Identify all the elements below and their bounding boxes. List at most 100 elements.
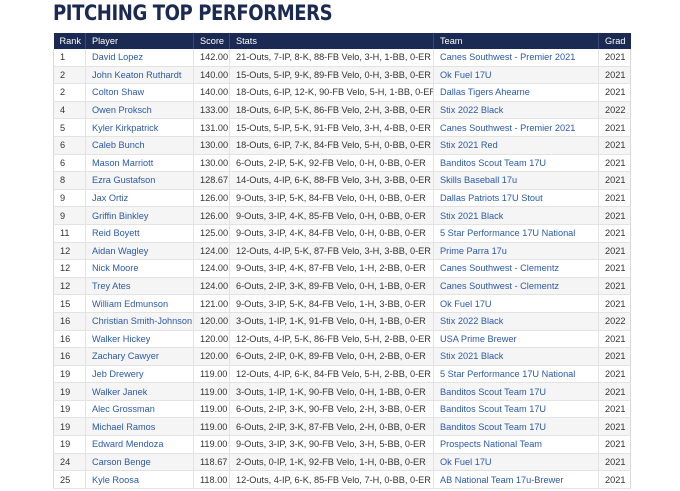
- grad-cell: 2021: [598, 382, 631, 401]
- player-link[interactable]: Carson Benge: [92, 457, 151, 467]
- stats-cell: 14-Outs, 4-IP, 6-K, 88-FB Velo, 3-H, 3-B…: [229, 171, 434, 190]
- team-link[interactable]: 5 Star Performance 17U National: [440, 369, 575, 379]
- player-link[interactable]: Zachary Cawyer: [92, 351, 159, 361]
- team-cell: Stix 2021 Black: [433, 206, 599, 225]
- player-link[interactable]: Kyler Kirkpatrick: [92, 123, 158, 133]
- team-link[interactable]: Canes Southwest - Clementz: [440, 281, 559, 291]
- team-link[interactable]: Dallas Patriots 17U Stout: [440, 193, 543, 203]
- team-link[interactable]: Stix 2022 Black: [440, 316, 503, 326]
- team-link[interactable]: Ok Fuel 17U: [440, 70, 492, 80]
- player-link[interactable]: Walker Hickey: [92, 334, 150, 344]
- team-link[interactable]: Banditos Scout Team 17U: [440, 158, 546, 168]
- player-link[interactable]: David Lopez: [92, 52, 143, 62]
- team-link[interactable]: Prime Parra 17u: [440, 246, 507, 256]
- team-link[interactable]: Canes Southwest - Premier 2021: [440, 52, 575, 62]
- column-header-grad: Grad: [598, 33, 631, 49]
- grad-cell: 2021: [598, 259, 631, 278]
- table-row: 8 Ezra Gustafson 128.67 14-Outs, 4-IP, 6-K,…: [53, 171, 631, 190]
- team-link[interactable]: Canes Southwest - Premier 2021: [440, 123, 575, 133]
- rank-cell: 16: [53, 347, 86, 366]
- player-link[interactable]: Mason Marriott: [92, 158, 153, 168]
- player-link[interactable]: Nick Moore: [92, 263, 138, 273]
- score-cell: 120.00: [193, 347, 230, 366]
- player-link[interactable]: Kyle Roosa: [92, 475, 139, 485]
- table-row: 19 Walker Janek 119.00 3-Outs, 1-IP, 1-K, 9…: [53, 382, 631, 401]
- grad-cell: 2021: [598, 83, 631, 102]
- player-link[interactable]: Christian Smith-Johnson: [92, 316, 192, 326]
- player-cell: Michael Ramos: [85, 417, 194, 437]
- rank-cell: 4: [53, 101, 86, 120]
- player-link[interactable]: Walker Janek: [92, 387, 147, 397]
- team-link[interactable]: 5 Star Performance 17U National: [440, 228, 575, 238]
- stats-cell: 12-Outs, 4-IP, 6-K, 85-FB Velo, 7-H, 0-B…: [229, 470, 434, 489]
- team-cell: Stix 2022 Black: [433, 312, 599, 331]
- team-cell: Dallas Patriots 17U Stout: [433, 189, 599, 208]
- player-cell: Ezra Gustafson: [85, 171, 194, 190]
- team-link[interactable]: Stix 2021 Red: [440, 140, 498, 150]
- player-link[interactable]: Jax Ortiz: [92, 193, 128, 203]
- team-link[interactable]: Ok Fuel 17U: [440, 457, 492, 467]
- team-link[interactable]: Stix 2021 Black: [440, 351, 503, 361]
- team-cell: 5 Star Performance 17U National: [433, 365, 599, 384]
- table-row: 25 Kyle Roosa 118.00 12-Outs, 4-IP, 6-K, 85…: [53, 470, 631, 489]
- player-link[interactable]: Caleb Bunch: [92, 140, 145, 150]
- player-link[interactable]: Alec Grossman: [92, 404, 155, 414]
- team-link[interactable]: Dallas Tigers Ahearne: [440, 87, 530, 97]
- stats-cell: 21-Outs, 7-IP, 8-K, 88-FB Velo, 3-H, 1-B…: [229, 49, 434, 67]
- player-cell: Caleb Bunch: [85, 136, 194, 155]
- table-row: 15 William Edmunson 121.00 9-Outs, 3-IP, 5-…: [53, 294, 631, 313]
- score-cell: 140.00: [193, 83, 230, 102]
- player-link[interactable]: John Keaton Ruthardt: [92, 70, 181, 80]
- player-link[interactable]: Owen Proksch: [92, 105, 152, 115]
- rank-cell: 5: [53, 118, 86, 137]
- team-link[interactable]: Ok Fuel 17U: [440, 299, 492, 309]
- grad-cell: 2021: [598, 154, 631, 173]
- stats-cell: 6-Outs, 2-IP, 0-K, 89-FB Velo, 0-H, 2-BB…: [229, 347, 434, 366]
- table-row: 19 Edward Mendoza 119.00 9-Outs, 3-IP, 3-K,…: [53, 435, 631, 454]
- table-row: 9 Jax Ortiz 126.00 9-Outs, 3-IP, 5-K, 84-FB…: [53, 189, 631, 208]
- team-link[interactable]: Stix 2022 Black: [440, 105, 503, 115]
- team-link[interactable]: USA Prime Brewer: [440, 334, 517, 344]
- table-row: 9 Griffin Binkley 126.00 9-Outs, 3-IP, 4-K,…: [53, 206, 631, 225]
- grad-cell: 2021: [598, 453, 631, 472]
- stats-cell: 6-Outs, 2-IP, 3-K, 89-FB Velo, 0-H, 1-BB…: [229, 277, 434, 296]
- score-cell: 133.00: [193, 101, 230, 120]
- team-link[interactable]: Stix 2021 Black: [440, 211, 503, 221]
- player-link[interactable]: Ezra Gustafson: [92, 175, 155, 185]
- team-link[interactable]: Prospects National Team: [440, 439, 542, 449]
- team-link[interactable]: Banditos Scout Team 17U: [440, 387, 546, 397]
- player-link[interactable]: Edward Mendoza: [92, 439, 164, 449]
- rank-cell: 16: [53, 312, 86, 331]
- score-cell: 120.00: [193, 312, 230, 331]
- score-cell: 119.00: [193, 382, 230, 401]
- player-cell: Kyler Kirkpatrick: [85, 118, 194, 137]
- team-link[interactable]: AB National Team 17u-Brewer: [440, 475, 563, 485]
- table-row: 16 Zachary Cawyer 120.00 6-Outs, 2-IP, 0-K,…: [53, 347, 631, 366]
- player-cell: Owen Proksch: [85, 101, 194, 120]
- stats-cell: 6-Outs, 2-IP, 3-K, 87-FB Velo, 2-H, 0-BB…: [229, 417, 434, 437]
- player-link[interactable]: Jeb Drewery: [92, 369, 144, 379]
- team-cell: Canes Southwest - Clementz: [433, 259, 599, 278]
- team-link[interactable]: Banditos Scout Team 17U: [440, 404, 546, 414]
- team-link[interactable]: Canes Southwest - Clementz: [440, 263, 559, 273]
- player-link[interactable]: Aidan Wagley: [92, 246, 148, 256]
- grad-cell: 2021: [598, 171, 631, 190]
- player-link[interactable]: Trey Ates: [92, 281, 130, 291]
- rank-cell: 19: [53, 365, 86, 384]
- player-cell: Alec Grossman: [85, 400, 194, 419]
- player-link[interactable]: Michael Ramos: [92, 422, 155, 432]
- player-link[interactable]: Colton Shaw: [92, 87, 144, 97]
- team-link[interactable]: Banditos Scout Team 17U: [440, 422, 546, 432]
- player-cell: Trey Ates: [85, 277, 194, 296]
- rank-cell: 16: [53, 330, 86, 349]
- table-row: 12 Nick Moore 124.00 9-Outs, 3-IP, 4-K, 87-…: [53, 259, 631, 278]
- stats-cell: 9-Outs, 3-IP, 5-K, 84-FB Velo, 1-H, 3-BB…: [229, 294, 434, 313]
- rank-cell: 2: [53, 83, 86, 102]
- stats-cell: 12-Outs, 4-IP, 5-K, 87-FB Velo, 3-H, 3-B…: [229, 242, 434, 261]
- table-row: 24 Carson Benge 118.67 2-Outs, 0-IP, 1-K, 9…: [53, 453, 631, 472]
- team-link[interactable]: Skills Baseball 17u: [440, 175, 517, 185]
- table-row: 19 Alec Grossman 119.00 6-Outs, 2-IP, 3-K, …: [53, 400, 631, 419]
- player-link[interactable]: William Edmunson: [92, 299, 168, 309]
- player-link[interactable]: Griffin Binkley: [92, 211, 149, 221]
- player-link[interactable]: Reid Boyett: [92, 228, 140, 238]
